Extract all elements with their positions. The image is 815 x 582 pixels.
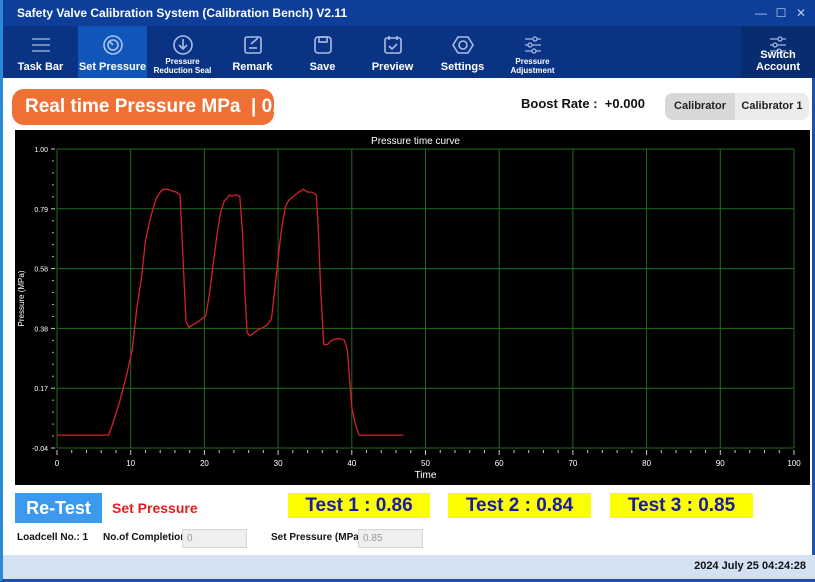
x-tick-label: 50 — [421, 459, 430, 468]
set-pressure-field[interactable]: 0.85 — [358, 529, 423, 548]
title-bar: Safety Valve Calibration System (Calibra… — [3, 0, 815, 26]
loadcell-label: Loadcell No.: 1 — [17, 532, 89, 543]
window-title: Safety Valve Calibration System (Calibra… — [17, 6, 348, 20]
y-tick-label: -0.04 — [32, 446, 48, 453]
hexagon-gear-icon — [451, 36, 474, 54]
x-tick-label: 0 — [55, 459, 60, 468]
test-2-result: Test 2 : 0.84 — [448, 493, 591, 518]
pressure-time-chart: Pressure time curve 0 10 20 30 40 50 60 70 80 90 10… — [15, 130, 810, 485]
minimize-button[interactable]: — — [751, 0, 771, 26]
toolbar-preview[interactable]: Preview — [358, 26, 427, 78]
toolbar-set-pressure[interactable]: Set Pressure — [78, 26, 147, 78]
switch-account-button[interactable]: Switch Account — [741, 26, 815, 78]
save-icon — [313, 36, 332, 54]
x-tick-label: 80 — [642, 459, 651, 468]
realtime-pressure-label: Real time Pressure MPa — [25, 96, 241, 117]
calibrator-selector: Calibrator Calibrator 1 — [665, 93, 809, 120]
boost-rate-label: Boost Rate : — [521, 96, 598, 111]
x-tick-label: 20 — [200, 459, 209, 468]
toolbar-label: Save — [309, 61, 336, 73]
x-tick-label: 100 — [787, 459, 801, 468]
y-tick-label: 0.79 — [34, 207, 48, 214]
toolbar-settings[interactable]: Settings — [428, 26, 497, 78]
x-tick-label: 10 — [126, 459, 135, 468]
status-bar: 2024 July 25 04:24:28 — [3, 555, 815, 579]
toolbar-pressure-adjustment[interactable]: Pressure Adjustment — [498, 26, 567, 78]
x-tick-label: 70 — [568, 459, 577, 468]
chart-svg: Pressure time curve 0 10 20 30 40 50 60 70 80 90 10… — [17, 136, 801, 481]
toolbar-pressure-reduction-seal[interactable]: Pressure Reduction Seal — [148, 26, 217, 78]
toolbar: Task Bar Set Pressure Pressure Reduction… — [3, 26, 815, 78]
test-3-result: Test 3 : 0.85 — [610, 493, 753, 518]
app-window: Safety Valve Calibration System (Calibra… — [0, 0, 815, 582]
y-tick-label: 0.17 — [34, 386, 48, 393]
maximize-button[interactable]: ☐ — [771, 0, 791, 26]
realtime-pressure-value: 0.00 — [261, 96, 299, 117]
test-1-result: Test 1 : 0.86 — [288, 493, 430, 518]
toolbar-remark[interactable]: Remark — [218, 26, 287, 78]
arrow-down-circle-icon — [172, 35, 193, 55]
x-tick-label: 90 — [716, 459, 725, 468]
edit-note-icon — [243, 36, 262, 54]
completion-field[interactable]: 0 — [182, 529, 247, 548]
toolbar-task-bar[interactable]: Task Bar — [6, 26, 75, 78]
tab-calibrator[interactable]: Calibrator — [665, 93, 735, 120]
retest-button[interactable]: Re-Test — [15, 493, 102, 523]
gauge-icon — [102, 35, 123, 55]
menu-icon — [31, 38, 50, 52]
toolbar-save[interactable]: Save — [288, 26, 357, 78]
x-tick-label: 60 — [495, 459, 504, 468]
calendar-check-icon — [383, 36, 402, 54]
datetime: 2024 July 25 04:24:28 — [694, 560, 806, 572]
y-axis-label: Pressure (MPa) — [17, 270, 26, 326]
y-tick-label: 1.00 — [34, 147, 48, 154]
toolbar-label: Preview — [371, 61, 414, 73]
sliders-icon — [524, 36, 541, 54]
x-tick-label: 30 — [274, 459, 283, 468]
toolbar-label: Task Bar — [17, 61, 64, 73]
toolbar-label: Switch Account — [756, 49, 800, 73]
x-axis-label: Time — [415, 470, 437, 481]
realtime-pressure-badge: Real time Pressure MPa | 0.00 — [12, 89, 299, 125]
y-tick-label: 0.58 — [34, 267, 48, 274]
toolbar-label: Remark — [232, 61, 273, 73]
boost-rate-value: +0.000 — [604, 96, 645, 111]
x-tick-label: 40 — [347, 459, 356, 468]
realtime-pressure-separator: | — [251, 96, 257, 117]
chart-title: Pressure time curve — [371, 136, 460, 147]
y-tick-label: 0.38 — [34, 326, 48, 333]
toolbar-label: Pressure Adjustment — [510, 57, 555, 75]
close-button[interactable]: ✕ — [791, 0, 811, 26]
completion-label: No.of Completion — [103, 532, 187, 543]
toolbar-label: Set Pressure — [78, 61, 147, 73]
boost-rate: Boost Rate : +0.000 — [521, 96, 645, 111]
tab-calibrator-1[interactable]: Calibrator 1 — [735, 93, 809, 120]
toolbar-label: Pressure Reduction Seal — [153, 57, 212, 75]
set-pressure-link[interactable]: Set Pressure — [112, 500, 198, 516]
set-pressure-field-label: Set Pressure (MPa) — [271, 532, 363, 543]
toolbar-label: Settings — [440, 61, 485, 73]
